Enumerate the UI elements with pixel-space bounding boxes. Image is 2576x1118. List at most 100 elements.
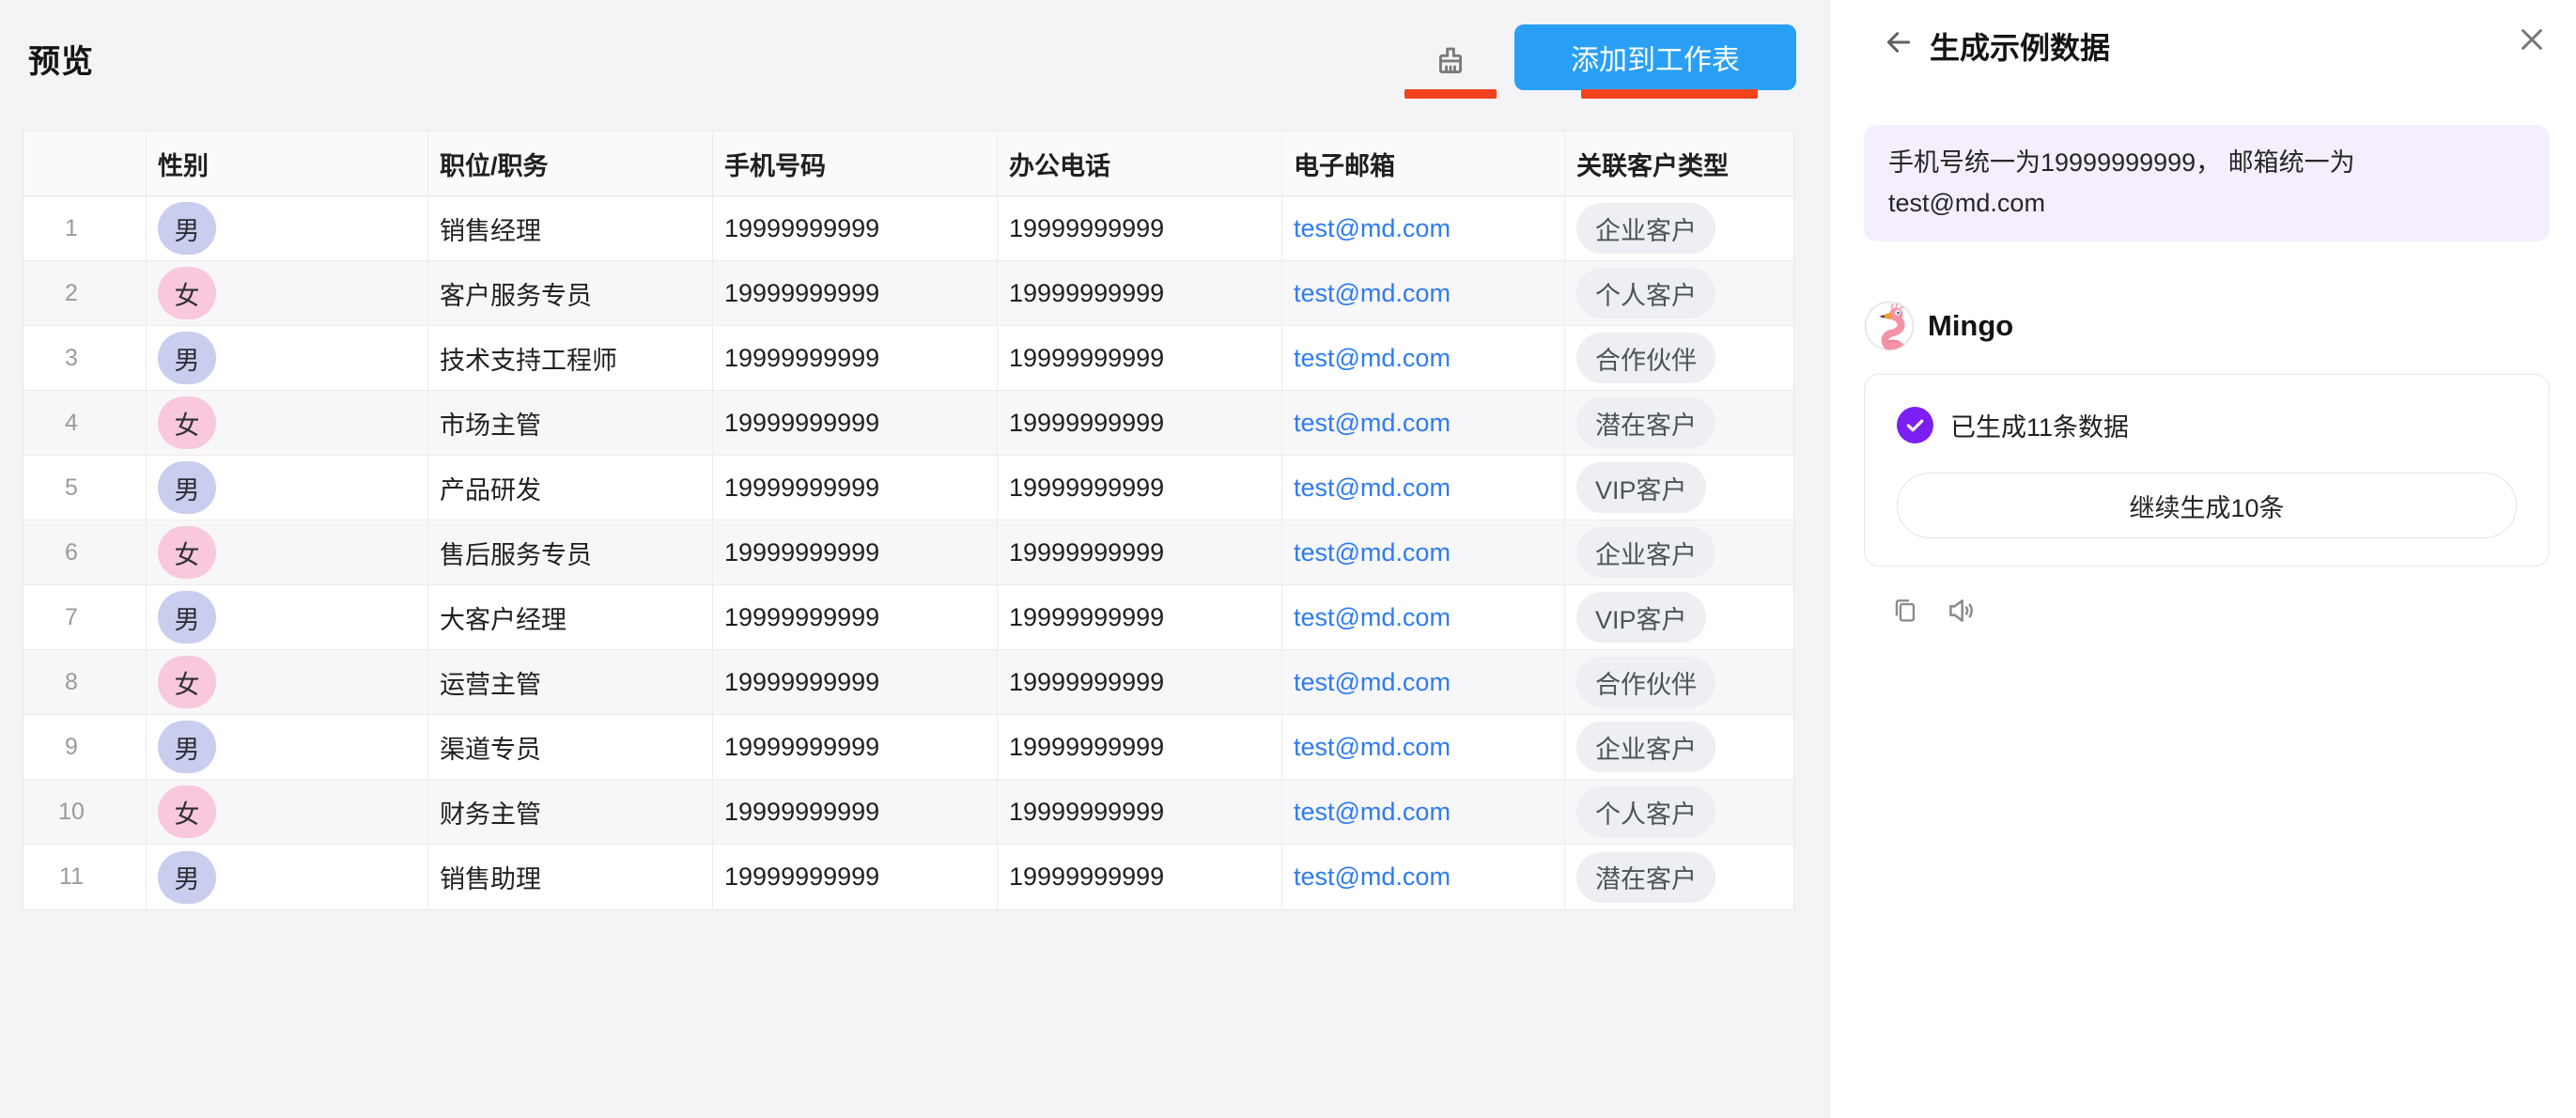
customer-type-cell: 潜在客户 [1565, 845, 1793, 909]
mobile-cell: 19999999999 [713, 585, 998, 649]
row-number: 8 [65, 669, 78, 696]
customer-type-pill: VIP客户 [1576, 462, 1706, 513]
page-title: 预览 [28, 36, 94, 82]
add-to-worksheet-label: 添加到工作表 [1571, 37, 1740, 78]
table-header-row: 性别职位/职务手机号码办公电话电子邮箱关联客户类型 [23, 132, 1793, 196]
email-link[interactable]: test@md.com [1294, 474, 1451, 503]
position-cell: 产品研发 [428, 456, 713, 520]
table-row: 8女运营主管1999999999919999999999test@md.com合… [23, 650, 1793, 715]
gender-pill: 男 [158, 851, 216, 904]
email-cell: test@md.com [1282, 585, 1565, 649]
email-link[interactable]: test@md.com [1294, 214, 1451, 243]
arrow-left-icon [1884, 27, 1914, 57]
notice-line2: test@md.com [1888, 189, 2045, 217]
column-header-6: 关联客户类型 [1565, 132, 1793, 195]
customer-type-cell: 企业客户 [1565, 520, 1793, 584]
position-cell: 技术支持工程师 [428, 326, 713, 390]
table-row: 10女财务主管1999999999919999999999test@md.com… [23, 780, 1793, 845]
email-link[interactable]: test@md.com [1294, 603, 1451, 632]
gender-cell: 女 [147, 261, 428, 325]
table-row: 2女客户服务专员1999999999919999999999test@md.co… [23, 261, 1793, 326]
email-link[interactable]: test@md.com [1294, 798, 1451, 827]
office-phone-cell: 19999999999 [998, 326, 1282, 390]
table-body: 1男销售经理1999999999919999999999test@md.com企… [23, 196, 1793, 909]
panel-title: 生成示例数据 [1930, 24, 2110, 68]
customer-type-pill: 个人客户 [1576, 268, 1715, 318]
customer-type-cell: VIP客户 [1565, 585, 1793, 649]
gender-pill: 女 [158, 526, 216, 579]
mobile-cell: 19999999999 [713, 326, 998, 390]
email-link[interactable]: test@md.com [1294, 668, 1451, 697]
office-phone-cell: 19999999999 [998, 585, 1282, 649]
position-cell: 运营主管 [428, 650, 713, 714]
row-number-cell: 1 [23, 196, 147, 260]
row-number: 4 [65, 410, 78, 437]
customer-type-pill: 潜在客户 [1576, 852, 1715, 903]
email-link[interactable]: test@md.com [1294, 538, 1451, 567]
app-root: 预览 添加到工作表 性别职位/职务手机号码办公电话电子邮箱关联客户类型 1男销售… [0, 0, 2576, 1118]
gender-cell: 男 [147, 715, 428, 779]
copy-button[interactable] [1888, 594, 1922, 628]
continue-generate-button[interactable]: 继续生成10条 [1897, 473, 2517, 538]
generate-sample-data-panel: 生成示例数据 手机号统一为19999999999， 邮箱统一为 test@md.… [1829, 0, 2576, 1118]
customer-type-pill: VIP客户 [1576, 592, 1706, 643]
row-number-cell: 10 [23, 780, 147, 844]
email-link[interactable]: test@md.com [1294, 733, 1451, 762]
gender-cell: 男 [147, 845, 428, 909]
mobile-cell: 19999999999 [713, 261, 998, 325]
back-button[interactable] [1884, 27, 1914, 57]
read-aloud-button[interactable] [1945, 594, 1979, 628]
table-row: 7男大客户经理1999999999919999999999test@md.com… [23, 585, 1793, 650]
customer-type-cell: VIP客户 [1565, 456, 1793, 520]
table-row: 1男销售经理1999999999919999999999test@md.com企… [23, 196, 1793, 261]
email-link[interactable]: test@md.com [1294, 279, 1451, 308]
customer-type-cell: 企业客户 [1565, 196, 1793, 260]
row-number: 11 [59, 863, 84, 891]
close-button[interactable] [2518, 25, 2546, 54]
office-phone-cell: 19999999999 [998, 845, 1282, 909]
mobile-cell: 19999999999 [713, 780, 998, 844]
gender-pill: 男 [158, 721, 216, 773]
gender-pill: 女 [158, 785, 216, 838]
customer-type-pill: 潜在客户 [1576, 397, 1715, 448]
row-number-header [23, 132, 147, 195]
add-to-worksheet-button[interactable]: 添加到工作表 [1514, 24, 1796, 90]
speaker-icon [1946, 595, 1978, 627]
email-link[interactable]: test@md.com [1294, 862, 1451, 892]
result-card: 已生成11条数据 继续生成10条 [1864, 374, 2550, 567]
email-link[interactable]: test@md.com [1294, 409, 1451, 438]
row-number: 3 [65, 345, 78, 372]
gender-pill: 女 [158, 267, 216, 319]
table-row: 4女市场主管1999999999919999999999test@md.com潜… [23, 391, 1793, 456]
avatar [1864, 301, 1915, 351]
row-number-cell: 11 [23, 845, 147, 909]
position-cell: 渠道专员 [428, 715, 713, 779]
mobile-cell: 19999999999 [713, 196, 998, 260]
brush-highlight-underline [1404, 89, 1497, 99]
success-check-icon [1897, 407, 1933, 443]
position-cell: 售后服务专员 [428, 520, 713, 584]
customer-type-cell: 合作伙伴 [1565, 650, 1793, 714]
row-number-cell: 4 [23, 391, 147, 455]
gender-cell: 女 [147, 520, 428, 584]
row-number-cell: 3 [23, 326, 147, 390]
office-phone-cell: 19999999999 [998, 650, 1282, 714]
row-number: 6 [65, 539, 78, 567]
close-icon [2518, 25, 2546, 54]
mobile-cell: 19999999999 [713, 456, 998, 520]
row-number: 2 [65, 280, 78, 307]
email-link[interactable]: test@md.com [1294, 344, 1451, 373]
gender-pill: 男 [158, 202, 216, 255]
row-number-cell: 5 [23, 456, 147, 520]
customer-type-cell: 企业客户 [1565, 715, 1793, 779]
add-button-highlight-underline [1581, 89, 1758, 99]
column-header-3: 手机号码 [713, 132, 998, 195]
customer-type-cell: 潜在客户 [1565, 391, 1793, 455]
email-cell: test@md.com [1282, 391, 1565, 455]
gender-cell: 女 [147, 391, 428, 455]
office-phone-cell: 19999999999 [998, 196, 1282, 260]
clear-table-button[interactable] [1426, 38, 1475, 86]
office-phone-cell: 19999999999 [998, 780, 1282, 844]
customer-type-pill: 企业客户 [1576, 722, 1715, 772]
position-cell: 财务主管 [428, 780, 713, 844]
